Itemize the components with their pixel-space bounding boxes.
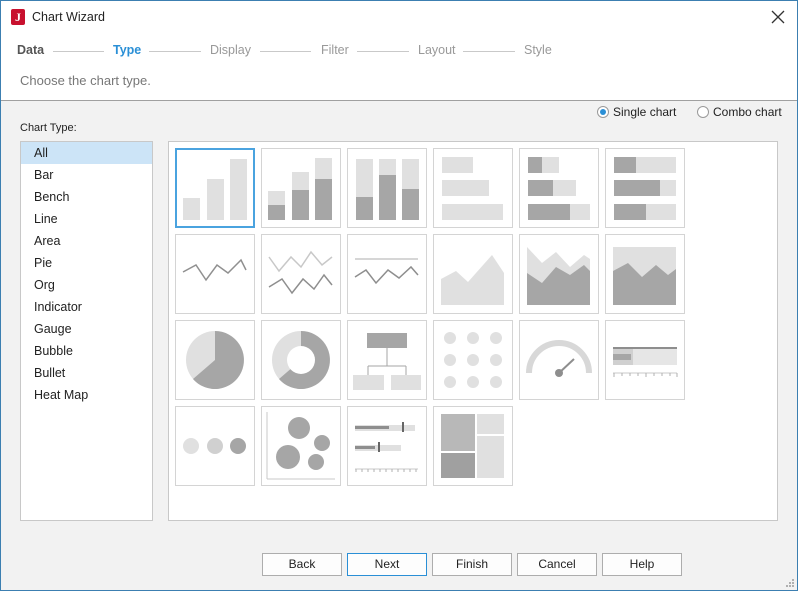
step-divider (357, 51, 409, 52)
thumb-bullet-horizontal[interactable] (605, 320, 685, 400)
thumb-bench-horizontal[interactable] (433, 148, 513, 228)
thumb-bar-stacked[interactable] (261, 148, 341, 228)
bullet-horizontal-icon (613, 347, 678, 377)
indicator-dots-icon (444, 332, 502, 388)
resize-grip-icon[interactable] (785, 578, 795, 588)
bench-horizontal-icon (442, 157, 503, 220)
thumb-area-stacked-percent[interactable] (605, 234, 685, 314)
thumb-bar-stacked-percent[interactable] (347, 148, 427, 228)
radio-off-icon (697, 106, 709, 118)
thumb-line-target[interactable] (347, 234, 427, 314)
chart-type-bullet[interactable]: Bullet (21, 362, 152, 384)
chart-type-all[interactable]: All (21, 142, 152, 164)
line-target-icon (354, 258, 419, 285)
single-chart-radio[interactable]: Single chart (597, 105, 676, 119)
chart-type-bench[interactable]: Bench (21, 186, 152, 208)
step-divider (260, 51, 311, 52)
wizard-steps: Data Type Display Filter Layout Style (1, 37, 797, 65)
thumb-line-multi[interactable] (261, 234, 341, 314)
bar-stacked-percent-icon (356, 159, 419, 220)
wizard-body: Single chart Combo chart Chart Type: All… (1, 101, 797, 590)
chart-type-bubble[interactable]: Bubble (21, 340, 152, 362)
app-logo-icon: J (11, 9, 25, 25)
chart-wizard-dialog: J Chart Wizard Data Type Display Filter … (0, 0, 798, 591)
thumb-gauge[interactable] (519, 320, 599, 400)
step-style[interactable]: Style (524, 43, 552, 57)
thumb-donut[interactable] (261, 320, 341, 400)
thumb-bubble-row[interactable] (175, 406, 255, 486)
step-layout[interactable]: Layout (418, 43, 456, 57)
area-icon (441, 255, 504, 305)
chart-type-pie[interactable]: Pie (21, 252, 152, 274)
combo-chart-label: Combo chart (713, 105, 782, 119)
donut-icon (272, 331, 330, 389)
thumb-line[interactable] (175, 234, 255, 314)
bubble-row-icon (183, 438, 246, 454)
thumb-bubble-scatter[interactable] (261, 406, 341, 486)
step-data[interactable]: Data (17, 43, 44, 57)
chart-type-bar[interactable]: Bar (21, 164, 152, 186)
thumb-org[interactable] (347, 320, 427, 400)
org-chart-icon (353, 333, 421, 390)
thumb-indicator[interactable] (433, 320, 513, 400)
radio-on-icon (597, 106, 609, 118)
cancel-button[interactable]: Cancel (517, 553, 597, 576)
pie-icon (186, 331, 244, 389)
bullet-bars-icon (355, 422, 418, 472)
thumb-heat-map[interactable] (433, 406, 513, 486)
close-icon (771, 10, 785, 24)
back-button[interactable]: Back (262, 553, 342, 576)
bar-stacked-icon (268, 158, 332, 220)
chart-type-label: Chart Type: (20, 122, 77, 134)
help-button[interactable]: Help (602, 553, 682, 576)
thumb-area-stacked[interactable] (519, 234, 599, 314)
line-multi-icon (268, 250, 333, 295)
chart-type-list[interactable]: All Bar Bench Line Area Pie Org Indicato… (20, 141, 153, 521)
thumb-bench-stacked[interactable] (519, 148, 599, 228)
title-bar: J Chart Wizard (1, 1, 797, 33)
chart-type-indicator[interactable]: Indicator (21, 296, 152, 318)
thumb-bullet-bars[interactable] (347, 406, 427, 486)
next-button[interactable]: Next (347, 553, 427, 576)
finish-button[interactable]: Finish (432, 553, 512, 576)
chart-thumbnail-grid (168, 141, 778, 521)
step-display[interactable]: Display (210, 43, 251, 57)
close-button[interactable] (765, 5, 791, 29)
gauge-icon (526, 340, 592, 377)
combo-chart-radio[interactable]: Combo chart (697, 105, 782, 119)
thumb-bench-stacked-percent[interactable] (605, 148, 685, 228)
step-divider (463, 51, 515, 52)
heat-map-icon (441, 414, 504, 478)
thumb-area[interactable] (433, 234, 513, 314)
chart-type-area[interactable]: Area (21, 230, 152, 252)
chart-type-org[interactable]: Org (21, 274, 152, 296)
bench-stacked-icon (528, 157, 590, 220)
thumb-pie[interactable] (175, 320, 255, 400)
step-filter[interactable]: Filter (321, 43, 349, 57)
line-icon (182, 258, 247, 282)
step-subtitle: Choose the chart type. (20, 73, 151, 88)
area-stacked-icon (527, 247, 590, 305)
step-divider (149, 51, 201, 52)
area-stacked-percent-icon (613, 247, 676, 305)
thumb-bar-clustered[interactable] (175, 148, 255, 228)
chart-type-heat-map[interactable]: Heat Map (21, 384, 152, 406)
bench-stacked-percent-icon (614, 157, 676, 220)
window-title: Chart Wizard (32, 10, 105, 24)
step-type[interactable]: Type (113, 43, 141, 57)
chart-type-line[interactable]: Line (21, 208, 152, 230)
bar-clustered-icon (183, 159, 247, 220)
bubble-scatter-icon (266, 412, 335, 480)
step-divider (53, 51, 104, 52)
single-chart-label: Single chart (613, 105, 677, 119)
chart-type-gauge[interactable]: Gauge (21, 318, 152, 340)
